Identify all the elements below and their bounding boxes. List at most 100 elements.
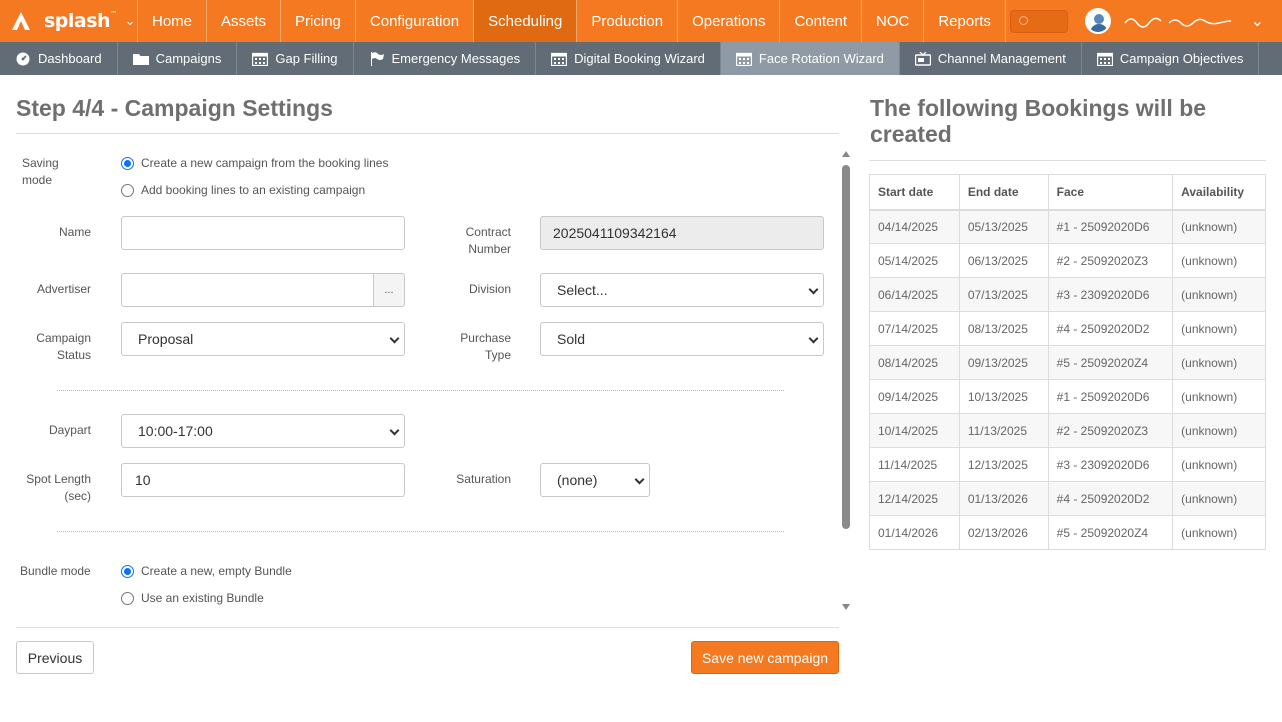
brand-name: splash™ — [44, 10, 117, 32]
top-nav-production[interactable]: Production — [577, 0, 679, 42]
scroll-up-arrow-icon[interactable] — [842, 151, 850, 157]
brand-menu[interactable]: splash™ ⌄ — [0, 0, 138, 42]
saving-mode-label: Saving mode — [22, 156, 59, 187]
sub-nav-dashboard[interactable]: Dashboard — [0, 42, 118, 75]
table-row: 01/14/2026 02/13/2026 #5 - 25092020Z4 (unkn… — [869, 515, 1266, 550]
sub-nav-emergency-messages[interactable]: Emergency Messages — [354, 42, 537, 75]
save-new-campaign-button[interactable]: Save new campaign — [691, 641, 839, 674]
page-title: Step 4/4 - Campaign Settings — [16, 95, 333, 121]
saturation-select[interactable]: (none) — [540, 463, 650, 497]
saving-mode-option-existing[interactable]: Add booking lines to an existing campaig… — [121, 183, 365, 197]
sub-nav-label: Campaigns — [155, 51, 222, 66]
table-header-row: Start date End date Face Availability — [869, 174, 1266, 211]
sub-nav-digital-booking-wizard[interactable]: Digital Booking Wizard — [536, 42, 721, 75]
calendar-icon — [252, 52, 269, 66]
scroll-down-arrow-icon[interactable] — [842, 604, 850, 610]
top-nav-pricing[interactable]: Pricing — [281, 0, 356, 42]
top-nav-content[interactable]: Content — [780, 0, 862, 42]
sub-nav-label: Gap Filling — [275, 51, 338, 66]
table-cell: 08/13/2025 — [958, 311, 1049, 346]
campaign-status-label: Campaign Status — [36, 331, 91, 362]
spot-length-label: Spot Length (sec) — [26, 472, 91, 503]
radio-checked-icon[interactable] — [121, 564, 134, 578]
top-nav-scheduling[interactable]: Scheduling — [474, 0, 578, 42]
table-cell: 08/14/2025 — [869, 345, 960, 380]
table-cell: #1 - 25092020D6 — [1047, 209, 1174, 244]
sub-nav-gap-filling[interactable]: Gap Filling — [237, 42, 354, 75]
column-header-end-date[interactable]: End date — [958, 174, 1049, 211]
table-cell: 05/14/2025 — [869, 243, 960, 278]
radio-unchecked-icon[interactable] — [121, 591, 134, 605]
main-nav: Home Assets Pricing Configuration Scheduling… — [138, 0, 1006, 42]
table-row: 12/14/2025 01/13/2026 #4 - 25092020D2 (unkn… — [869, 481, 1266, 516]
daypart-select[interactable]: 10:00-17:00 — [121, 414, 405, 448]
table-cell: 11/13/2025 — [958, 413, 1049, 448]
table-row: 07/14/2025 08/13/2025 #4 - 25092020D2 (unkn… — [869, 311, 1266, 346]
chevron-down-icon — [389, 333, 400, 344]
top-nav-assets[interactable]: Assets — [207, 0, 282, 42]
top-nav-noc[interactable]: NOC — [862, 0, 925, 42]
folder-icon — [132, 52, 149, 66]
bundle-mode-option-existing[interactable]: Use an existing Bundle — [121, 591, 264, 605]
campaign-status-select[interactable]: Proposal — [121, 322, 405, 356]
saturation-label: Saturation — [456, 472, 511, 486]
saving-mode-option-new[interactable]: Create a new campaign from the booking l… — [121, 156, 388, 170]
sub-nav-label: Emergency Messages — [391, 51, 521, 66]
sub-nav-label: Face Rotation Wizard — [758, 51, 884, 66]
splash-logo-icon — [12, 12, 30, 30]
table-cell: 06/14/2025 — [869, 277, 960, 312]
sub-nav-campaigns[interactable]: Campaigns — [118, 42, 238, 75]
division-select[interactable]: Select... — [540, 273, 824, 307]
table-cell: #2 - 25092020Z3 — [1047, 413, 1174, 448]
purchase-type-select[interactable]: Sold — [540, 322, 824, 356]
table-cell: 09/14/2025 — [869, 379, 960, 414]
sub-nav-campaign-objectives[interactable]: Campaign Objectives — [1082, 42, 1260, 75]
radio-checked-icon[interactable] — [121, 156, 134, 170]
top-nav-operations[interactable]: Operations — [678, 0, 781, 42]
brand-chevron-down-icon: ⌄ — [124, 13, 136, 28]
tv-icon — [914, 51, 932, 66]
column-header-availability[interactable]: Availability — [1172, 174, 1266, 211]
chevron-down-icon — [389, 425, 400, 436]
table-cell: 12/13/2025 — [958, 447, 1049, 482]
sub-nav-face-rotation-wizard[interactable]: Face Rotation Wizard — [720, 42, 900, 75]
radio-unchecked-icon[interactable] — [121, 183, 134, 197]
spot-length-input[interactable]: 10 — [121, 463, 405, 497]
top-nav-reports[interactable]: Reports — [924, 0, 1006, 42]
table-cell: #5 - 25092020Z4 — [1047, 515, 1174, 550]
user-menu-chevron-icon[interactable]: ⌄ — [1251, 11, 1264, 31]
bookings-table: Start date End date Face Availability 04/14… — [869, 174, 1266, 550]
user-avatar[interactable] — [1084, 8, 1111, 34]
table-cell: (unknown) — [1172, 243, 1266, 278]
table-cell: 04/14/2025 — [869, 209, 960, 244]
table-cell: 07/14/2025 — [869, 311, 960, 346]
scrollbar-thumb[interactable] — [842, 165, 850, 529]
table-row: 09/14/2025 10/13/2025 #1 - 25092020D6 (unkn… — [869, 379, 1266, 414]
name-label: Name — [58, 225, 91, 239]
chevron-down-icon — [808, 284, 819, 295]
chevron-down-icon — [808, 333, 819, 344]
previous-button[interactable]: Previous — [16, 641, 94, 674]
advertiser-browse-button[interactable]: ... — [373, 273, 405, 307]
table-cell: (unknown) — [1172, 379, 1266, 414]
search-icon — [1018, 15, 1028, 25]
name-input[interactable] — [121, 216, 405, 250]
table-cell: 10/14/2025 — [869, 413, 960, 448]
bundle-mode-label: Bundle mode — [20, 564, 91, 578]
bundle-mode-option-new[interactable]: Create a new, empty Bundle — [121, 564, 292, 578]
top-nav-home[interactable]: Home — [138, 0, 208, 42]
top-nav-configuration[interactable]: Configuration — [356, 0, 475, 42]
calendar-icon — [550, 52, 568, 66]
table-cell: (unknown) — [1172, 311, 1266, 346]
table-cell: 01/13/2026 — [958, 481, 1049, 516]
table-cell: 05/13/2025 — [958, 209, 1049, 244]
column-header-start-date[interactable]: Start date — [869, 174, 960, 211]
bookings-title: The following Bookings will be created — [870, 95, 1207, 147]
sub-nav-label: Campaign Objectives — [1119, 51, 1244, 66]
table-cell: (unknown) — [1172, 481, 1266, 516]
column-header-face[interactable]: Face — [1047, 174, 1174, 211]
sub-nav-channel-management[interactable]: Channel Management — [900, 42, 1082, 75]
advertiser-input[interactable] — [121, 273, 374, 307]
search-input[interactable] — [1009, 9, 1068, 33]
table-cell: 11/14/2025 — [869, 447, 960, 482]
